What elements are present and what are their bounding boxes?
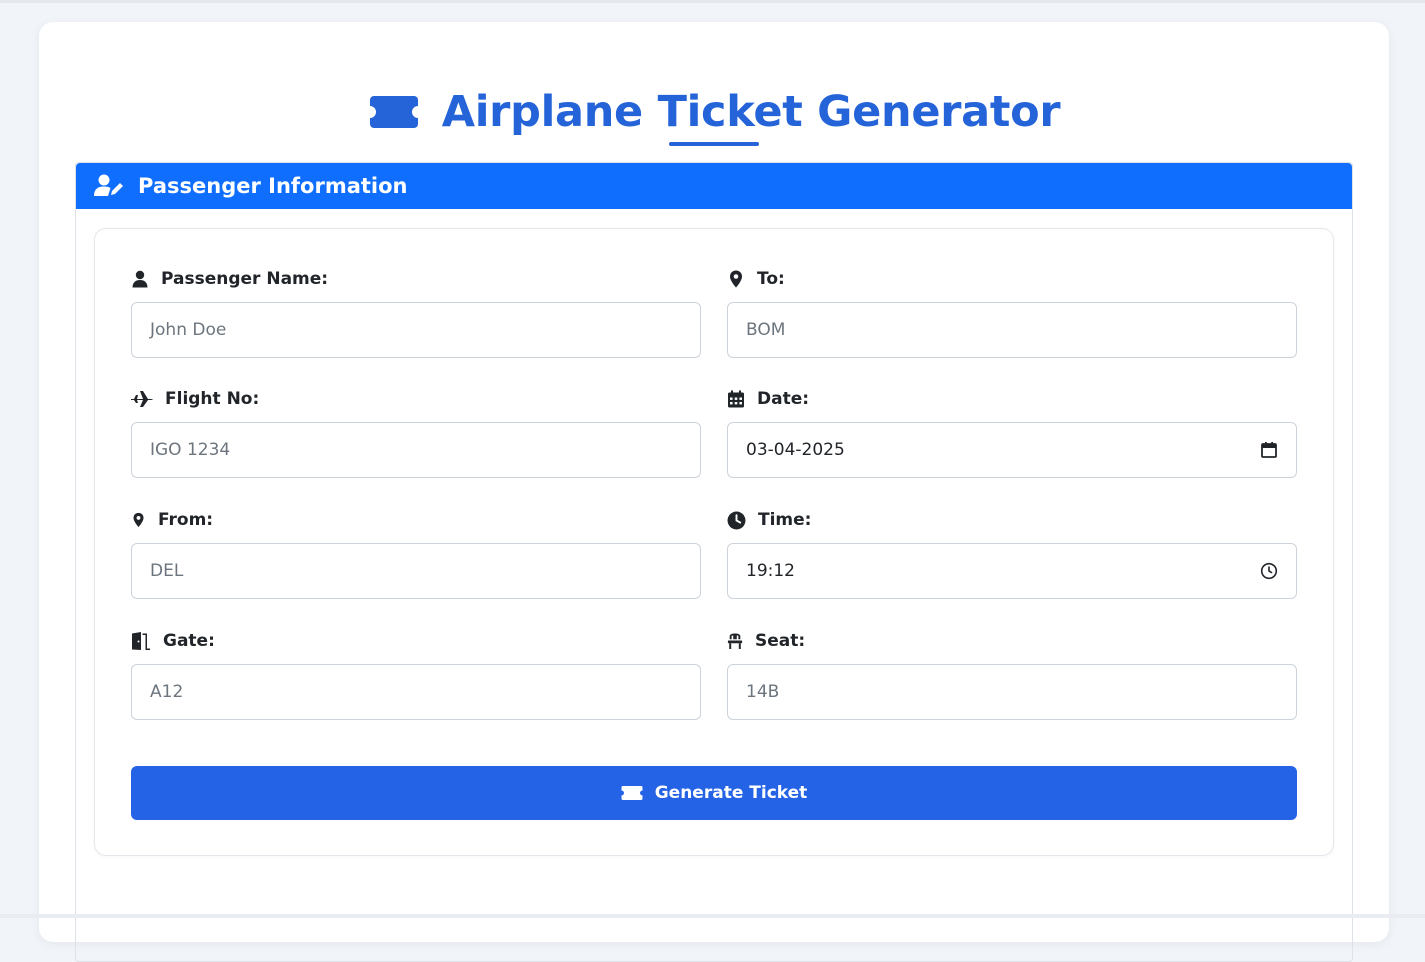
time-picker-icon[interactable]	[1260, 562, 1278, 580]
time-group: Time: 19:12	[727, 508, 1297, 599]
passenger-panel: Passenger Information Passenger Name: Jo…	[75, 162, 1353, 962]
user-icon	[132, 270, 148, 288]
ticket-icon	[621, 786, 643, 800]
map-pin-icon	[730, 270, 742, 288]
bottom-border	[0, 914, 1425, 918]
flight-no-input[interactable]: IGO 1234	[131, 422, 701, 478]
plane-icon	[131, 391, 153, 407]
flight-no-label: Flight No:	[131, 387, 701, 411]
date-label: Date:	[727, 387, 1297, 411]
calendar-picker-icon[interactable]	[1260, 441, 1278, 459]
ticket-icon	[369, 96, 418, 128]
passenger-name-label: Passenger Name:	[131, 267, 701, 291]
gate-input[interactable]: A12	[131, 664, 701, 720]
gate-group: Gate: A12	[131, 629, 701, 720]
date-group: Date: 03-04-2025	[727, 387, 1297, 478]
gate-label: Gate:	[131, 629, 701, 653]
map-pin-icon	[133, 512, 144, 528]
calendar-icon	[728, 390, 744, 408]
main-card: Airplane Ticket Generator Passenger Info…	[39, 22, 1389, 962]
date-input[interactable]: 03-04-2025	[727, 422, 1297, 478]
from-input[interactable]: DEL	[131, 543, 701, 599]
top-border	[0, 0, 1425, 3]
ticket-form: Passenger Name: John Doe To: BOM Flight …	[94, 228, 1334, 856]
to-input[interactable]: BOM	[727, 302, 1297, 358]
seat-group: Seat: 14B	[727, 629, 1297, 720]
time-input[interactable]: 19:12	[727, 543, 1297, 599]
panel-header: Passenger Information	[76, 163, 1352, 209]
clock-icon	[727, 511, 746, 529]
panel-title: Passenger Information	[138, 174, 408, 198]
title-underline	[669, 142, 759, 146]
chair-icon	[727, 633, 743, 649]
seat-input[interactable]: 14B	[727, 664, 1297, 720]
door-icon	[132, 632, 150, 650]
page-title-row: Airplane Ticket Generator	[39, 84, 1389, 140]
from-label: From:	[131, 508, 701, 532]
generate-ticket-button[interactable]: Generate Ticket	[131, 766, 1297, 820]
user-edit-icon	[94, 174, 123, 196]
to-label: To:	[727, 267, 1297, 291]
flight-no-group: Flight No: IGO 1234	[131, 387, 701, 478]
seat-label: Seat:	[727, 629, 1297, 653]
from-group: From: DEL	[131, 508, 701, 599]
passenger-name-input[interactable]: John Doe	[131, 302, 701, 358]
time-label: Time:	[727, 508, 1297, 532]
to-group: To: BOM	[727, 267, 1297, 358]
page-title: Airplane Ticket Generator	[441, 87, 1061, 137]
passenger-name-group: Passenger Name: John Doe	[131, 267, 701, 358]
generate-ticket-label: Generate Ticket	[654, 783, 808, 803]
